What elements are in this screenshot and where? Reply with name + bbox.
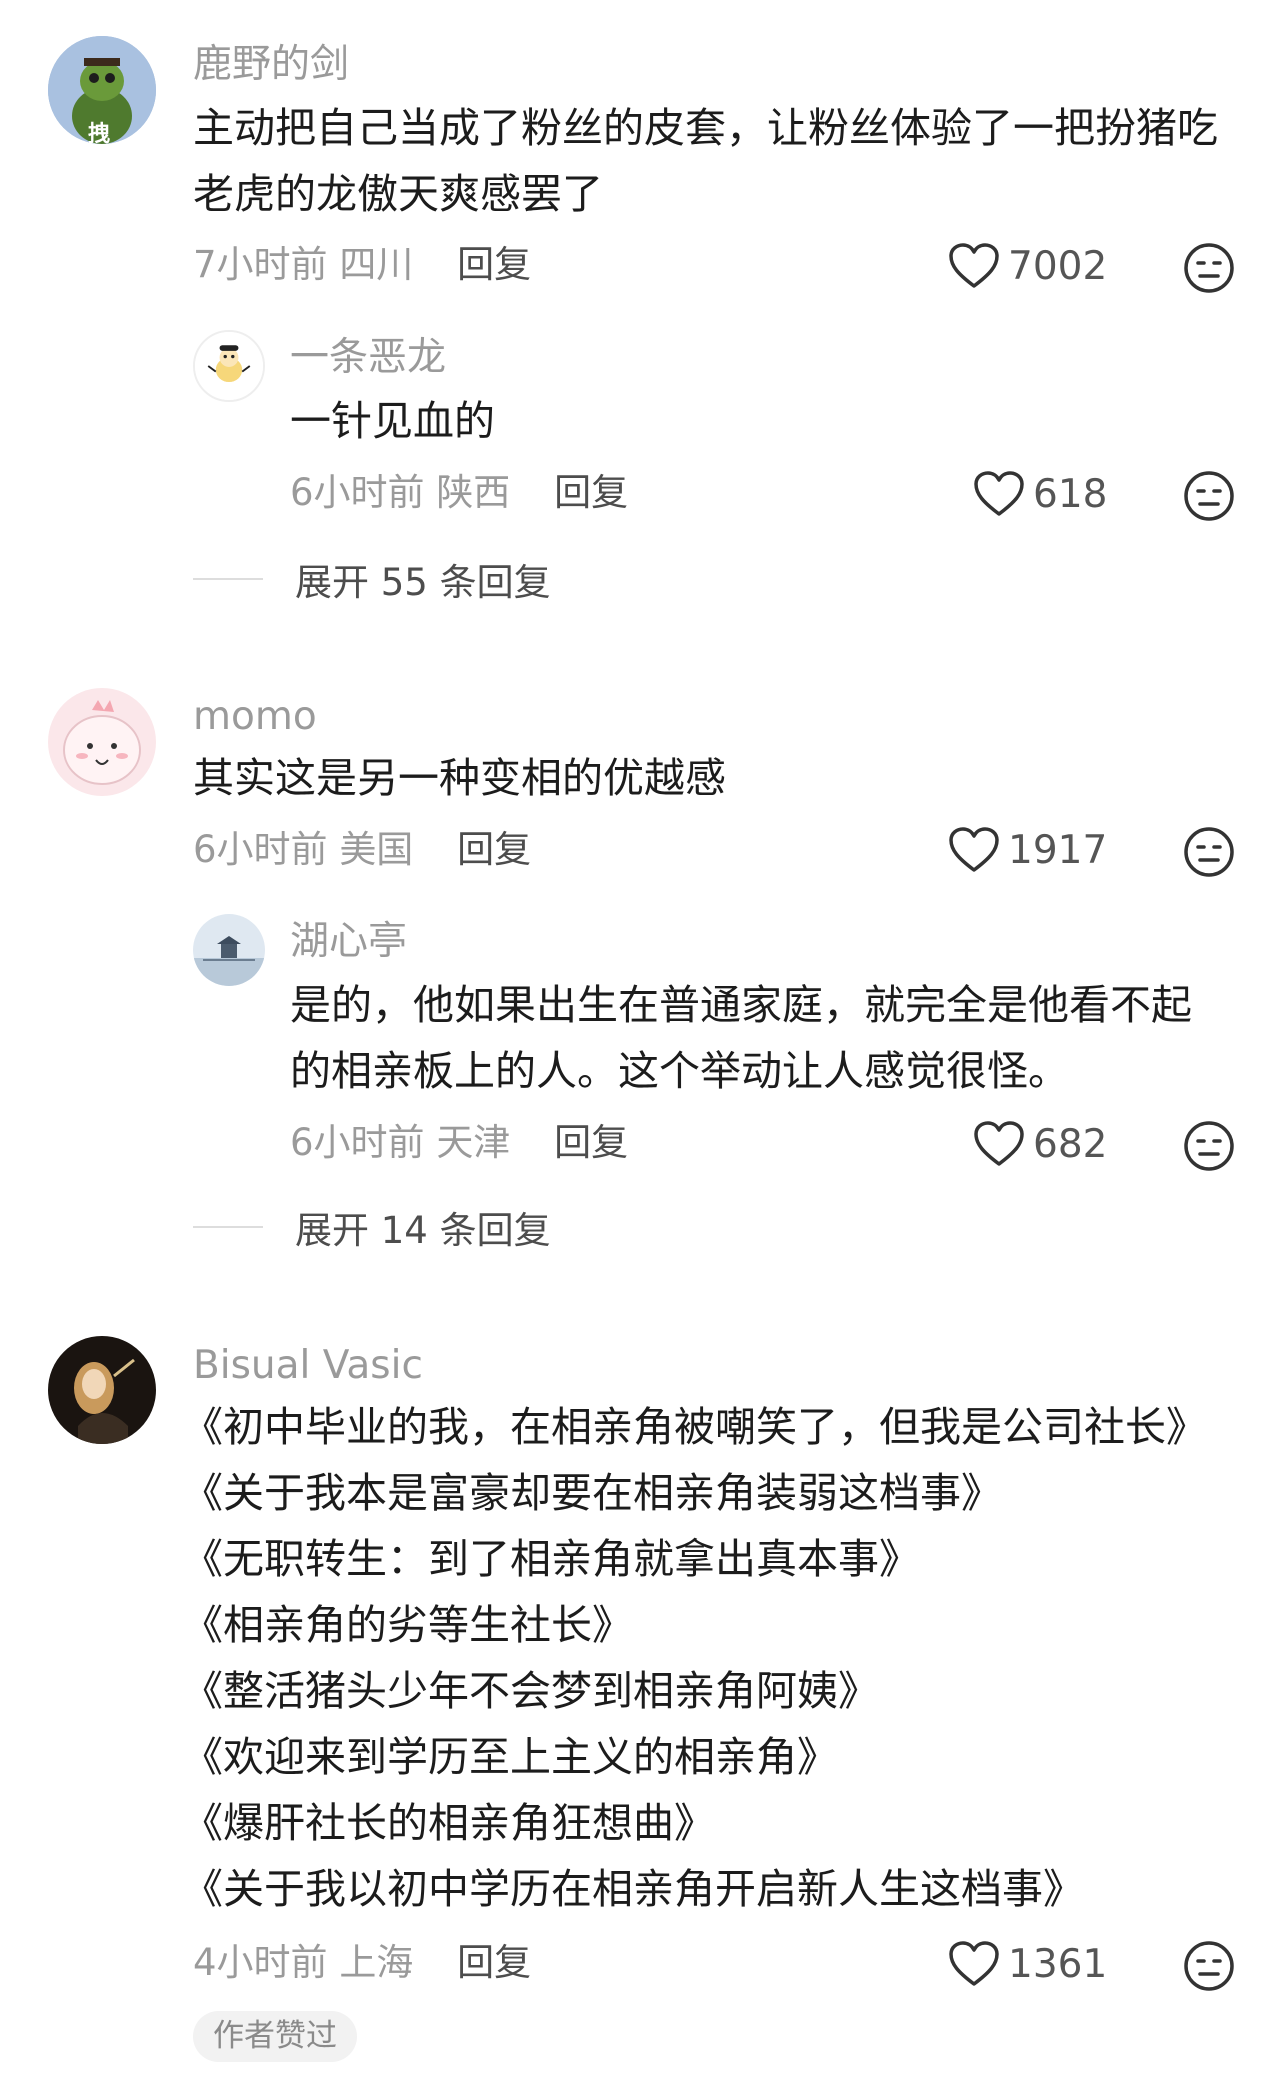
like-count: 618 [1033, 471, 1108, 517]
comment-line: 《爆肝社长的相亲角狂想曲》 [182, 1799, 715, 1847]
like-button[interactable]: 618 [973, 470, 1107, 518]
dislike-face-icon[interactable] [1183, 242, 1235, 294]
reply-button[interactable]: 回复 [457, 243, 531, 286]
location: 四川 [339, 243, 414, 286]
comment-line: 《相亲角的劣等生社长》 [182, 1601, 633, 1649]
username[interactable]: Bisual Vasic [193, 1346, 423, 1385]
like-button[interactable]: 7002 [948, 242, 1107, 290]
dislike-face-icon[interactable] [1183, 1940, 1235, 1992]
heart-icon [948, 1940, 1000, 1988]
like-button[interactable]: 1361 [948, 1940, 1107, 1988]
comment-line: 《关于我以初中学历在相亲角开启新人生这档事》 [182, 1865, 1084, 1913]
comment-text: 主动把自己当成了粉丝的皮套，让粉丝体验了一把扮猪吃 老虎的龙傲天爽感罢了 [193, 95, 1218, 227]
expand-replies-button[interactable]: 展开 55 条回复 [193, 552, 551, 606]
reply-button[interactable]: 回复 [554, 1121, 628, 1164]
comment-line: 《初中毕业的我，在相亲角被嘲笑了，但我是公司社长》 [182, 1403, 1207, 1451]
reply-button[interactable]: 回复 [554, 471, 628, 514]
comment-meta: 7小时前 四川 回复 [193, 246, 531, 283]
comment-line: 《欢迎来到学历至上主义的相亲角》 [182, 1733, 838, 1781]
like-count: 1917 [1008, 827, 1108, 873]
location: 天津 [436, 1121, 511, 1164]
username[interactable]: 鹿野的剑 [193, 45, 349, 84]
divider [193, 1226, 263, 1228]
timestamp: 6小时前 [290, 1121, 425, 1164]
username[interactable]: momo [193, 697, 317, 736]
avatar[interactable] [193, 914, 265, 986]
comment-meta: 6小时前 美国 回复 [193, 831, 531, 868]
like-button[interactable]: 1917 [948, 826, 1107, 874]
heart-icon [973, 470, 1025, 518]
dislike-face-icon[interactable] [1183, 826, 1235, 878]
expand-replies-label: 展开 14 条回复 [295, 1209, 551, 1252]
avatar-badge: 拽 [88, 122, 111, 147]
comment-text: 其实这是另一种变相的优越感 [193, 745, 726, 811]
expand-replies-label: 展开 55 条回复 [295, 561, 551, 604]
reply-meta: 6小时前 陕西 回复 [290, 474, 628, 511]
username[interactable]: 湖心亭 [290, 922, 407, 961]
timestamp: 4小时前 [193, 1941, 328, 1984]
reply-button[interactable]: 回复 [457, 1941, 531, 1984]
comment-line: 的相亲板上的人。这个举动让人感觉很怪。 [290, 1047, 1069, 1095]
reply-text: 一针见血的 [290, 388, 495, 454]
expand-replies-button[interactable]: 展开 14 条回复 [193, 1200, 551, 1254]
location: 陕西 [436, 471, 511, 514]
dislike-face-icon[interactable] [1183, 470, 1235, 522]
username[interactable]: 一条恶龙 [290, 338, 446, 377]
heart-icon [948, 242, 1000, 290]
divider [193, 578, 263, 580]
reply-text: 是的，他如果出生在普通家庭，就完全是他看不起 的相亲板上的人。这个举动让人感觉很… [290, 972, 1192, 1104]
comment-line: 主动把自己当成了粉丝的皮套，让粉丝体验了一把扮猪吃 [193, 104, 1218, 152]
reply-button[interactable]: 回复 [457, 828, 531, 871]
comment-line: 老虎的龙傲天爽感罢了 [193, 170, 603, 218]
timestamp: 6小时前 [193, 828, 328, 871]
avatar[interactable] [193, 330, 265, 402]
avatar[interactable] [48, 688, 156, 796]
heart-icon [948, 826, 1000, 874]
heart-icon [973, 1120, 1025, 1168]
like-count: 7002 [1008, 243, 1108, 289]
timestamp: 7小时前 [193, 243, 328, 286]
comment-line: 是的，他如果出生在普通家庭，就完全是他看不起 [290, 981, 1192, 1029]
comment-line: 其实这是另一种变相的优越感 [193, 754, 726, 802]
comment-line: 《无职转生：到了相亲角就拿出真本事》 [182, 1535, 920, 1583]
author-liked-badge: 作者赞过 [193, 2011, 357, 2062]
timestamp: 6小时前 [290, 471, 425, 514]
comment-line: 一针见血的 [290, 397, 495, 445]
like-button[interactable]: 682 [973, 1120, 1107, 1168]
location: 上海 [339, 1941, 414, 1984]
dislike-face-icon[interactable] [1183, 1120, 1235, 1172]
like-count: 682 [1033, 1121, 1108, 1167]
comment-text: 《初中毕业的我，在相亲角被嘲笑了，但我是公司社长》 《关于我本是富豪却要在相亲角… [182, 1394, 1207, 1922]
location: 美国 [339, 828, 414, 871]
comment-line: 《关于我本是富豪却要在相亲角装弱这档事》 [182, 1469, 1002, 1517]
comment-line: 《整活猪头少年不会梦到相亲角阿姨》 [182, 1667, 879, 1715]
like-count: 1361 [1008, 1941, 1108, 1987]
comment-meta: 4小时前 上海 回复 [193, 1944, 531, 1981]
reply-meta: 6小时前 天津 回复 [290, 1124, 628, 1161]
avatar[interactable] [48, 1336, 156, 1444]
